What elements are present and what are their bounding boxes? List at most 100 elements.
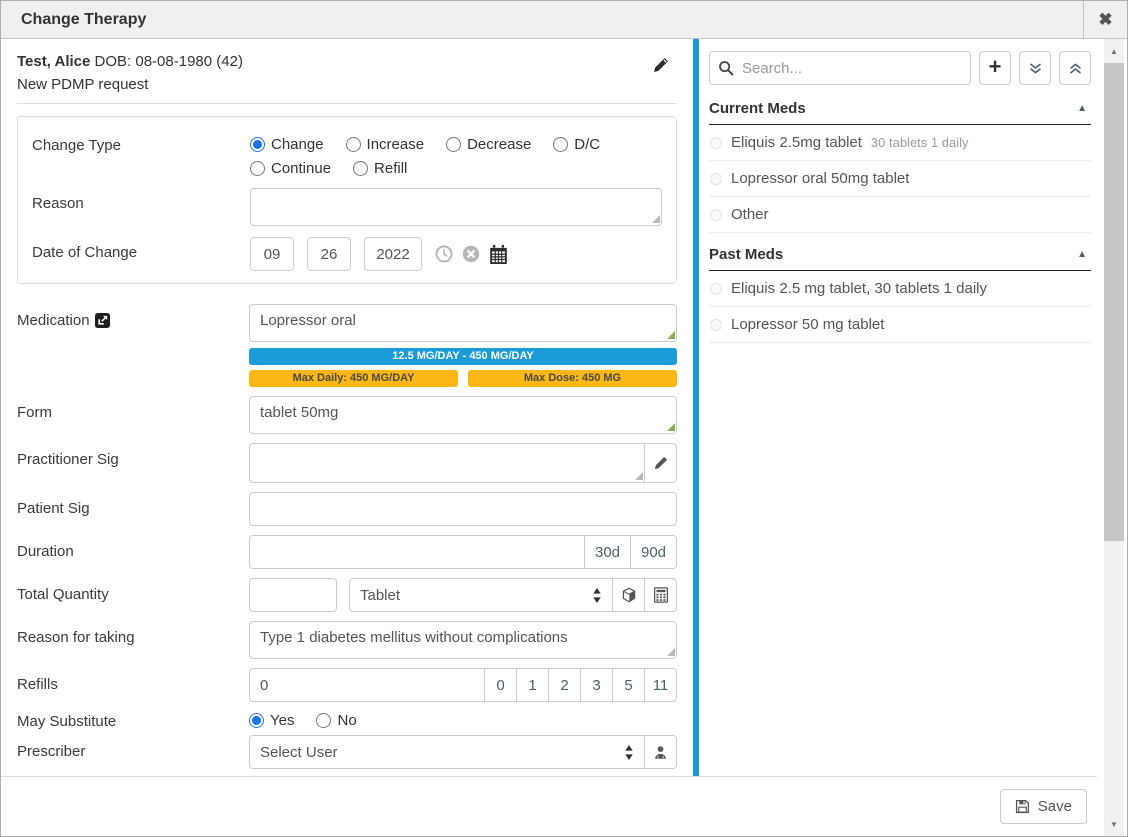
new-pdmp-request-link[interactable]: New PDMP request — [17, 76, 653, 93]
date-month-input[interactable] — [250, 237, 294, 271]
refills-11-button[interactable]: 11 — [644, 668, 677, 702]
form-textarea[interactable]: tablet 50mg — [249, 396, 677, 434]
calendar-icon — [489, 245, 508, 264]
substitute-no-radio[interactable]: No — [316, 711, 356, 730]
collapse-all-button[interactable] — [1059, 51, 1091, 85]
dispense-package-button[interactable] — [612, 578, 645, 612]
resize-handle-icon — [667, 423, 675, 431]
radio-change-input[interactable] — [250, 137, 265, 152]
expand-all-button[interactable] — [1019, 51, 1051, 85]
dose-range-badge: 12.5 MG/DAY - 450 MG/DAY — [249, 348, 677, 365]
total-quantity-input[interactable] — [249, 578, 337, 612]
reason-for-taking-label: Reason for taking — [17, 621, 249, 659]
duration-30d-button[interactable]: 30d — [584, 535, 631, 569]
patient-header: Test, Alice DOB: 08-08-1980 (42) — [17, 51, 653, 70]
prescriber-label: Prescriber — [17, 735, 249, 769]
practitioner-sig-textarea[interactable] — [249, 443, 645, 483]
radio-change[interactable]: Change — [250, 136, 324, 153]
duration-90d-button[interactable]: 90d — [630, 535, 677, 569]
substitute-yes-radio[interactable]: Yes — [249, 711, 294, 730]
save-button[interactable]: Save — [1000, 789, 1087, 824]
dialog-header: Change Therapy ✖ — [1, 1, 1127, 39]
meds-panel: + Current Meds ▲ Eliquis 2.5mg tablet 30… — [699, 39, 1097, 776]
edit-patient-button[interactable] — [653, 51, 677, 93]
practitioner-sig-label: Practitioner Sig — [17, 443, 249, 483]
scrollbar-thumb[interactable] — [1104, 63, 1124, 541]
change-details-box: Change Type Change Increase Decrease D/C… — [17, 116, 677, 284]
quantity-unit-select[interactable]: Tablet — [349, 578, 613, 612]
change-type-radios: Change Increase Decrease D/C Continue Re… — [250, 130, 662, 177]
refills-0-button[interactable]: 0 — [484, 668, 517, 702]
change-type-label: Change Type — [32, 130, 250, 177]
duration-label: Duration — [17, 535, 249, 569]
substitute-no-input[interactable] — [316, 713, 331, 728]
reason-for-taking-textarea[interactable]: Type 1 diabetes mellitus without complic… — [249, 621, 677, 659]
resize-handle-icon — [635, 472, 643, 480]
radio-continue[interactable]: Continue — [250, 160, 331, 177]
select-current-user-button[interactable] — [644, 735, 677, 769]
substitute-yes-input[interactable] — [249, 713, 264, 728]
med-item-eliquis-past[interactable]: Eliquis 2.5 mg tablet, 30 tablets 1 dail… — [709, 271, 1091, 307]
med-name: Eliquis 2.5 mg tablet, 30 tablets 1 dail… — [731, 280, 987, 297]
set-time-now-button[interactable] — [435, 245, 453, 263]
med-item-lopressor-past[interactable]: Lopressor 50 mg tablet — [709, 307, 1091, 343]
patient-sig-label: Patient Sig — [17, 492, 249, 526]
patient-sig-input[interactable] — [249, 492, 677, 526]
med-name: Lopressor oral 50mg tablet — [731, 170, 909, 187]
radio-increase[interactable]: Increase — [346, 136, 425, 153]
refills-5-button[interactable]: 5 — [612, 668, 645, 702]
select-sort-icon — [624, 745, 634, 760]
scrollbar-down-arrow[interactable]: ▼ — [1104, 815, 1124, 833]
form-label: Form — [17, 396, 249, 434]
meds-search-input[interactable] — [709, 51, 971, 85]
med-item-other[interactable]: Other — [709, 197, 1091, 233]
prescription-form: Test, Alice DOB: 08-08-1980 (42) New PDM… — [1, 39, 693, 776]
past-meds-header[interactable]: Past Meds ▲ — [709, 243, 1091, 271]
duration-input[interactable] — [249, 535, 585, 569]
reason-textarea[interactable] — [250, 188, 662, 226]
current-meds-header[interactable]: Current Meds ▲ — [709, 97, 1091, 125]
dialog-title: Change Therapy — [1, 11, 1083, 29]
date-of-change-label: Date of Change — [32, 237, 250, 271]
refills-2-button[interactable]: 2 — [548, 668, 581, 702]
user-icon — [653, 745, 668, 760]
med-radio-icon — [710, 137, 722, 149]
radio-decrease[interactable]: Decrease — [446, 136, 531, 153]
pencil-icon — [653, 57, 669, 73]
radio-refill[interactable]: Refill — [353, 160, 407, 177]
edit-sig-button[interactable] — [644, 443, 677, 483]
patient-name: Test, Alice — [17, 53, 90, 70]
radio-dc-input[interactable] — [553, 137, 568, 152]
radio-increase-input[interactable] — [346, 137, 361, 152]
divider — [17, 103, 677, 104]
refills-input[interactable] — [249, 668, 485, 702]
vertical-scrollbar[interactable]: ▲ ▼ — [1097, 39, 1127, 836]
collapse-icon[interactable]: ▲ — [1077, 249, 1089, 260]
clear-date-button[interactable] — [462, 245, 480, 263]
calculator-button[interactable] — [644, 578, 677, 612]
select-sort-icon — [592, 588, 602, 603]
clock-icon — [435, 245, 453, 263]
refills-3-button[interactable]: 3 — [580, 668, 613, 702]
radio-decrease-input[interactable] — [446, 137, 461, 152]
med-name: Other — [731, 206, 769, 223]
prescriber-select[interactable]: Select User — [249, 735, 645, 769]
radio-refill-input[interactable] — [353, 161, 368, 176]
total-quantity-label: Total Quantity — [17, 578, 249, 612]
refills-1-button[interactable]: 1 — [516, 668, 549, 702]
close-button[interactable]: ✖ — [1083, 1, 1127, 38]
medication-lookup-icon[interactable] — [95, 312, 110, 328]
med-item-lopressor-current[interactable]: Lopressor oral 50mg tablet — [709, 161, 1091, 197]
medication-textarea[interactable]: Lopressor oral — [249, 304, 677, 342]
date-year-input[interactable] — [364, 237, 422, 271]
add-medication-button[interactable]: + — [979, 51, 1011, 85]
radio-continue-input[interactable] — [250, 161, 265, 176]
open-calendar-button[interactable] — [489, 245, 508, 264]
collapse-icon[interactable]: ▲ — [1077, 103, 1089, 114]
date-day-input[interactable] — [307, 237, 351, 271]
radio-dc[interactable]: D/C — [553, 136, 600, 153]
med-item-eliquis-current[interactable]: Eliquis 2.5mg tablet 30 tablets 1 daily — [709, 125, 1091, 161]
double-chevron-up-icon — [1068, 61, 1083, 76]
scrollbar-up-arrow[interactable]: ▲ — [1104, 42, 1124, 60]
med-radio-icon — [710, 283, 722, 295]
